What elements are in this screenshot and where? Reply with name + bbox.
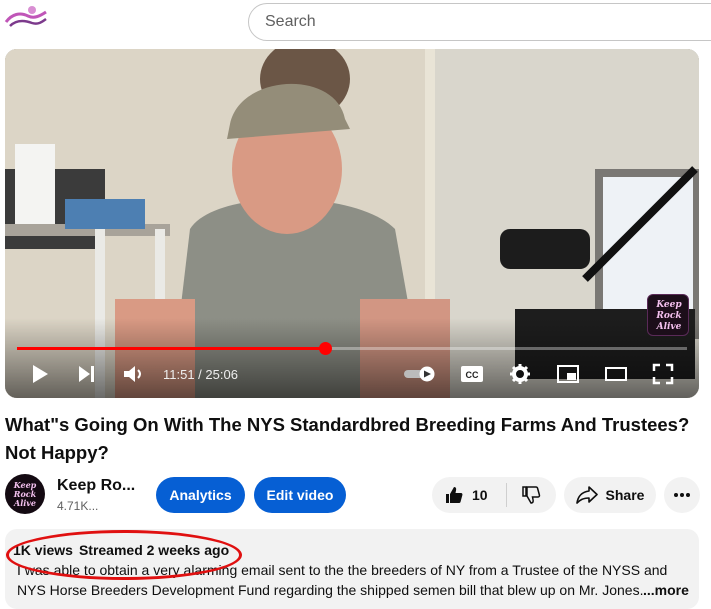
captions-button[interactable]: CC xyxy=(459,361,485,387)
show-more-link[interactable]: ...more xyxy=(643,582,689,598)
edit-video-button[interactable]: Edit video xyxy=(254,477,346,513)
share-label: Share xyxy=(605,487,645,503)
progress-bar[interactable] xyxy=(17,342,687,355)
analytics-button[interactable]: Analytics xyxy=(156,477,245,513)
channel-avatar[interactable]: Keep Rock Alive xyxy=(5,474,45,514)
play-button[interactable] xyxy=(29,361,51,387)
search-input[interactable]: Search xyxy=(265,13,316,31)
play-icon xyxy=(33,365,48,383)
autoplay-icon xyxy=(404,366,435,382)
search-box[interactable]: Search xyxy=(248,3,711,41)
controls-gradient xyxy=(5,318,699,398)
subscriber-count: 4.71K... xyxy=(57,499,99,513)
theater-mode-icon xyxy=(605,367,627,381)
share-button[interactable]: Share xyxy=(564,477,656,513)
next-button[interactable] xyxy=(75,361,99,387)
more-actions-button[interactable] xyxy=(664,477,700,513)
miniplayer-icon xyxy=(557,365,579,383)
like-button[interactable]: 10 xyxy=(432,477,506,513)
theater-button[interactable] xyxy=(603,361,629,387)
thumbs-up-icon xyxy=(446,487,463,503)
time-display: 11:51 / 25:06 xyxy=(163,367,238,382)
fullscreen-button[interactable] xyxy=(650,361,676,387)
channel-logo-icon[interactable] xyxy=(2,2,50,34)
gear-icon xyxy=(510,364,530,384)
volume-button[interactable] xyxy=(121,361,147,387)
share-icon xyxy=(575,486,598,504)
captions-icon: CC xyxy=(461,366,483,382)
like-count: 10 xyxy=(472,487,488,503)
annotation-circle xyxy=(6,530,242,580)
video-title: What"s Going On With The NYS Standardbre… xyxy=(5,414,690,463)
like-dislike-group: 10 xyxy=(432,477,556,513)
top-bar: Search xyxy=(0,0,711,46)
svg-text:CC: CC xyxy=(466,370,479,380)
volume-icon xyxy=(124,366,141,382)
video-player[interactable]: Keep Rock Alive 11:51 / 25:06 CC xyxy=(5,49,699,398)
channel-watermark[interactable]: Keep Rock Alive xyxy=(647,294,689,336)
progress-played xyxy=(17,347,326,350)
autoplay-toggle[interactable] xyxy=(403,361,437,387)
miniplayer-button[interactable] xyxy=(555,361,581,387)
description-line-2: NYS Horse Breeders Development Fund rega… xyxy=(17,582,644,598)
thumbs-down-icon xyxy=(522,486,541,504)
dislike-button[interactable] xyxy=(507,477,555,513)
next-icon xyxy=(79,366,94,382)
more-horizontal-icon xyxy=(674,493,690,497)
fullscreen-icon xyxy=(652,363,674,385)
channel-name[interactable]: Keep Ro... xyxy=(57,477,135,495)
settings-button[interactable] xyxy=(507,361,533,387)
